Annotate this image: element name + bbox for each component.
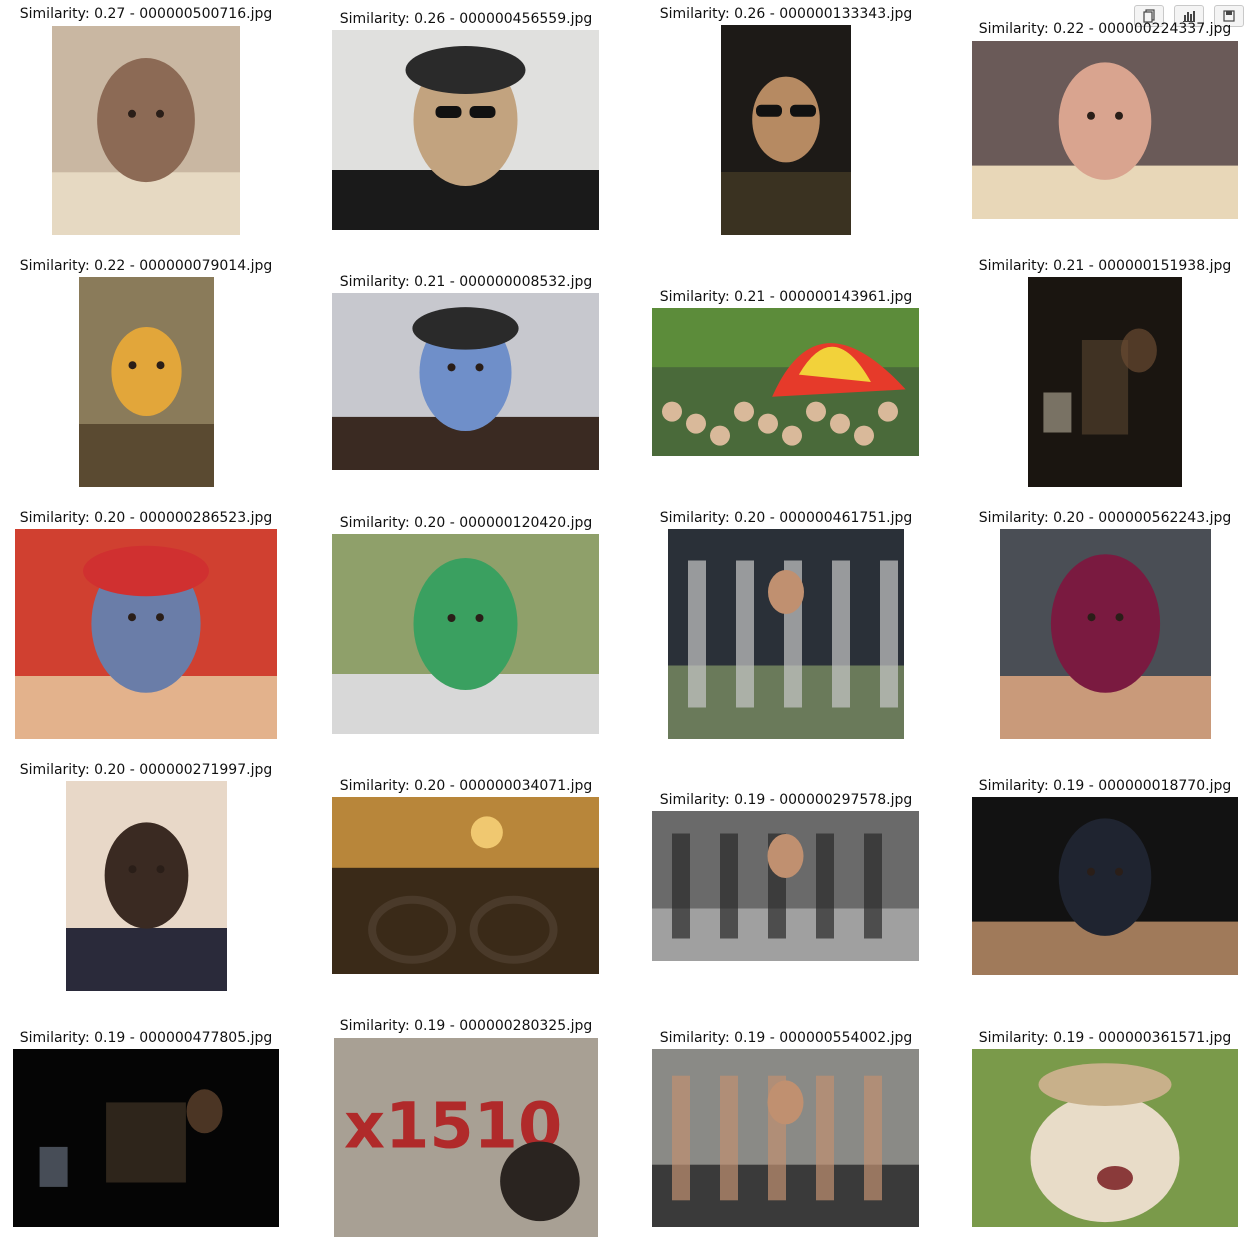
result-image [52,26,240,235]
result-caption: Similarity: 0.20 - 000000271997.jpg [19,762,273,778]
result-image [332,293,599,470]
result-image [668,529,904,739]
result-caption: Similarity: 0.21 - 000000143961.jpg [659,289,913,305]
result-caption: Similarity: 0.19 - 000000477805.jpg [19,1030,273,1046]
result-image [15,529,277,739]
result-caption: Similarity: 0.20 - 000000286523.jpg [19,510,273,526]
result-caption: Similarity: 0.19 - 000000361571.jpg [978,1030,1232,1046]
result-caption: Similarity: 0.19 - 000000280325.jpg [339,1018,593,1034]
result-caption: Similarity: 0.19 - 000000297578.jpg [659,792,913,808]
result-image [332,30,599,230]
result-image [1028,277,1182,487]
result-image: x1510 [334,1038,598,1237]
result-caption: Similarity: 0.20 - 000000034071.jpg [339,778,593,794]
result-image [972,41,1238,219]
result-caption: Similarity: 0.21 - 000000008532.jpg [339,274,593,290]
result-image [13,1049,279,1227]
result-caption: Similarity: 0.20 - 000000461751.jpg [659,510,913,526]
result-image [721,25,851,235]
result-image [66,781,227,991]
result-image [652,811,919,961]
result-caption: Similarity: 0.20 - 000000562243.jpg [978,510,1232,526]
result-image [652,1049,919,1227]
result-caption: Similarity: 0.26 - 000000456559.jpg [339,11,593,27]
result-image [652,308,919,456]
result-caption: Similarity: 0.22 - 000000224337.jpg [978,21,1232,37]
result-caption: Similarity: 0.19 - 000000554002.jpg [659,1030,913,1046]
result-caption: Similarity: 0.27 - 000000500716.jpg [19,6,273,22]
result-image [972,1049,1238,1227]
result-caption: Similarity: 0.20 - 000000120420.jpg [339,515,593,531]
result-caption: Similarity: 0.26 - 000000133343.jpg [659,6,913,22]
result-image [332,797,599,974]
result-image [972,797,1238,975]
result-caption: Similarity: 0.21 - 000000151938.jpg [978,258,1232,274]
result-caption: Similarity: 0.19 - 000000018770.jpg [978,778,1232,794]
result-image [332,534,599,734]
result-image [1000,529,1211,739]
result-caption: Similarity: 0.22 - 000000079014.jpg [19,258,273,274]
result-image [79,277,214,487]
